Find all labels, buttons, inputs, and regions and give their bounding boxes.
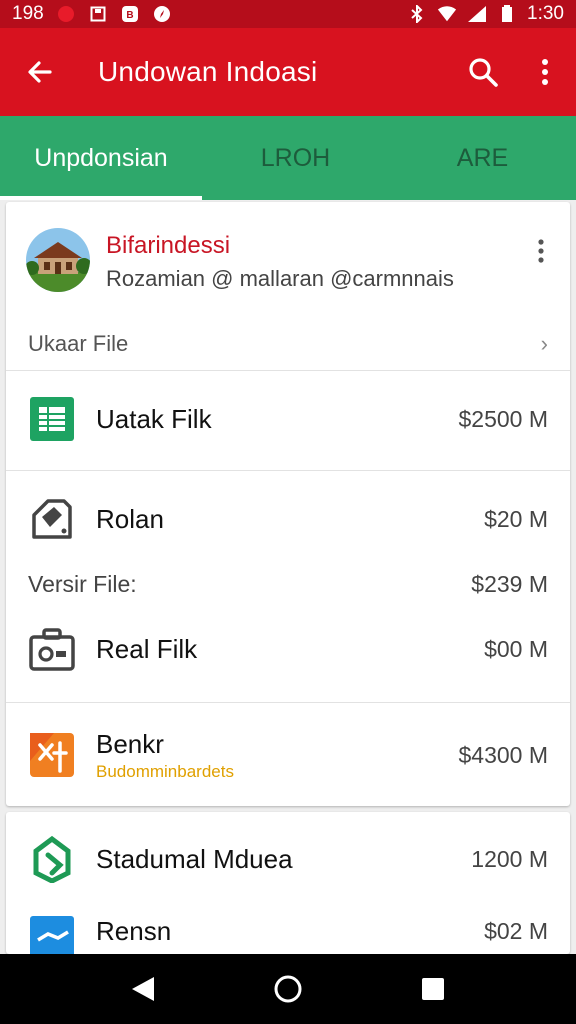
arrow-back-icon — [28, 61, 52, 83]
list-item[interactable]: Rolan $20 M — [6, 484, 570, 554]
status-bar: 198 B 1:30 — [0, 0, 576, 28]
item-value: $02 M — [484, 917, 548, 944]
square-recents-icon — [422, 978, 445, 1000]
system-nav-bar — [0, 954, 576, 1024]
wifi-icon — [437, 4, 457, 24]
signal-icon — [467, 4, 487, 24]
compass-icon — [152, 4, 172, 24]
battery-icon — [497, 4, 517, 24]
nav-home-button[interactable] — [264, 965, 312, 1013]
item-value: $00 M — [484, 635, 548, 662]
version-row[interactable]: Versir File: $239 M — [6, 562, 570, 606]
divider — [6, 702, 570, 703]
more-vert-icon — [542, 59, 548, 85]
search-button[interactable] — [452, 28, 514, 116]
tag-icon — [28, 495, 76, 543]
account-more-button[interactable] — [526, 236, 556, 266]
app-bar: Undowan Indoasi — [0, 28, 576, 116]
list-item[interactable]: Real Filk $00 M — [6, 614, 570, 684]
file-list-card: Stadumal Mduea 1200 M Rensn $02 M — [6, 812, 570, 960]
tab-are[interactable]: ARE — [389, 116, 576, 200]
circle-home-icon — [274, 975, 302, 1003]
status-time-right: 1:30 — [527, 3, 564, 24]
item-value: $4300 M — [458, 741, 548, 768]
item-value: 1200 M — [471, 845, 548, 872]
account-email: Rozamian @ mallaran @carmnnais — [106, 266, 454, 291]
save-icon — [88, 4, 108, 24]
tab-lroh[interactable]: LROH — [202, 116, 389, 200]
divider — [6, 370, 570, 371]
app-notification-icon: B — [120, 4, 140, 24]
item-name: Stadumal Mduea — [96, 843, 293, 874]
section-label: Ukaar File — [28, 331, 129, 356]
list-item[interactable]: Stadumal Mduea 1200 M — [6, 824, 570, 894]
svg-text:B: B — [126, 10, 133, 21]
briefcase-icon — [28, 625, 76, 673]
search-icon — [469, 58, 498, 87]
account-name: Bifarindessi — [106, 232, 231, 259]
list-item[interactable]: Benkr Budomminbardets $4300 M — [6, 720, 570, 790]
notification-dot-icon — [56, 4, 76, 24]
version-value: $239 M — [471, 570, 548, 597]
item-name: Benkr — [96, 728, 164, 759]
item-value: $20 M — [484, 505, 548, 532]
spreadsheet-icon — [28, 395, 76, 443]
item-subtitle: Budomminbardets — [96, 762, 234, 781]
list-item[interactable]: Uatak Filk $2500 M — [6, 384, 570, 454]
item-name: Rolan — [96, 503, 164, 534]
green-app-icon — [28, 835, 76, 883]
item-name: Rensn — [96, 915, 172, 946]
item-value: $2500 M — [458, 405, 548, 432]
item-name: Real Filk — [96, 633, 198, 664]
tab-bar: Unpdonsian LROH ARE — [0, 116, 576, 200]
page-title: Undowan Indoasi — [98, 56, 318, 87]
section-header[interactable]: Ukaar File › — [6, 320, 570, 368]
divider — [6, 470, 570, 471]
bluetooth-icon — [407, 4, 427, 24]
more-vert-icon — [538, 239, 544, 263]
overflow-menu-button[interactable] — [514, 28, 576, 116]
account-header[interactable]: Bifarindessi Rozamian @ mallaran @carmnn… — [6, 202, 570, 312]
tab-unpdonsian[interactable]: Unpdonsian — [0, 116, 202, 200]
item-name: Uatak Filk — [96, 403, 212, 434]
triangle-back-icon — [131, 977, 154, 1001]
nav-back-button[interactable] — [119, 965, 167, 1013]
chevron-right-icon: › — [540, 331, 548, 356]
file-list-card: Bifarindessi Rozamian @ mallaran @carmnn… — [6, 202, 570, 806]
status-time-left: 198 — [12, 3, 44, 24]
avatar — [26, 228, 90, 292]
back-button[interactable] — [0, 28, 80, 116]
nav-recents-button[interactable] — [409, 965, 457, 1013]
orange-app-icon — [28, 731, 76, 779]
version-label: Versir File: — [28, 570, 137, 597]
